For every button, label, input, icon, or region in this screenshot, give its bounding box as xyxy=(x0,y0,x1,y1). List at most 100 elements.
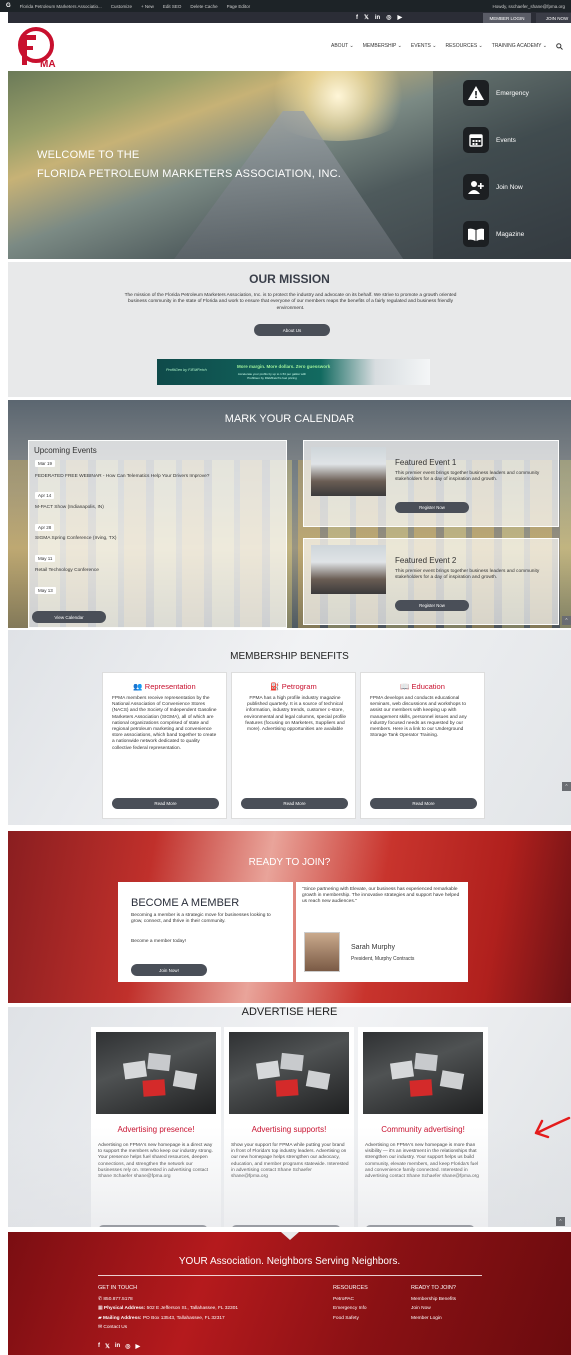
search-icon[interactable] xyxy=(556,43,563,52)
quick-link-events[interactable]: Events xyxy=(463,127,516,153)
advertise-card-button[interactable] xyxy=(365,1225,475,1227)
banner-subtext: Accelerate your profits by up to 1.5¢ pe… xyxy=(237,372,307,380)
scroll-up-icon[interactable]: ⌃ xyxy=(556,1217,565,1226)
advertise-card-title: Community advertising! xyxy=(381,1125,465,1134)
main-nav: ABOUT ⌄ MEMBERSHIP ⌄ EVENTS ⌄ RESOURCES … xyxy=(331,43,563,52)
view-calendar-button[interactable]: View Calendar xyxy=(32,611,106,623)
social-links-top: f 𝕏 in ◎ ▶ xyxy=(356,12,402,23)
mission-section: OUR MISSION The mission of the Florida P… xyxy=(8,262,571,397)
scroll-up-icon[interactable]: ⌃ xyxy=(562,782,571,791)
envelope-icon: ✉ xyxy=(98,1325,103,1330)
footer-heading: GET IN TOUCH xyxy=(98,1285,138,1291)
event-name[interactable]: Retail Technology Conference xyxy=(35,568,99,573)
register-now-button[interactable]: Register Now xyxy=(395,600,469,611)
footer-link[interactable]: Join Now xyxy=(411,1304,456,1314)
x-icon[interactable]: 𝕏 xyxy=(105,1343,110,1350)
footer-link[interactable]: Emergency Info xyxy=(333,1304,368,1314)
read-more-button[interactable]: Read More xyxy=(241,798,348,809)
benefit-text: FPMA has a high profile industry magazin… xyxy=(243,696,347,733)
advertise-card-button[interactable] xyxy=(231,1225,341,1227)
event-name[interactable]: FEDERATED FREE WEBINAR - How Can Telemat… xyxy=(35,474,209,479)
youtube-icon[interactable]: ▶ xyxy=(397,14,402,21)
warning-icon xyxy=(463,80,489,106)
profitgen-ad-banner[interactable]: ProfitGen by FIEMFetch More margin. More… xyxy=(157,359,430,385)
testimonial-card: "Since partnering with Elevate, our busi… xyxy=(296,882,468,982)
admin-new[interactable]: + New xyxy=(141,4,154,9)
linkedin-icon[interactable]: in xyxy=(375,15,380,21)
event-date: Apr 14 xyxy=(35,492,55,499)
fuel-pump-icon: ⛽ xyxy=(270,682,280,691)
advertise-card-button[interactable] xyxy=(98,1225,208,1227)
youtube-icon[interactable]: ▶ xyxy=(135,1343,140,1350)
benefit-text: FPMA develops and conducts educational s… xyxy=(370,696,467,739)
fpma-logo[interactable]: MA xyxy=(14,27,66,69)
instagram-icon[interactable]: ◎ xyxy=(125,1343,130,1350)
book-icon xyxy=(463,221,489,247)
admin-customize[interactable]: Customize xyxy=(111,4,132,9)
quick-link-magazine[interactable]: Magazine xyxy=(463,221,524,247)
featured-event-text: This premier event brings together busin… xyxy=(395,471,540,482)
admin-greeting[interactable]: Howdy, sschaefer_shane@fpma.org xyxy=(492,4,565,9)
facebook-icon[interactable]: f xyxy=(356,15,358,21)
people-icon: 👥 xyxy=(133,682,143,691)
site-menu-icon[interactable]: G xyxy=(6,3,11,9)
register-now-button[interactable]: Register Now xyxy=(395,502,469,513)
quick-link-join-now[interactable]: Join Now xyxy=(463,174,523,200)
ready-to-join-section: READY TO JOIN? BECOME A MEMBER Becoming … xyxy=(8,831,571,1003)
advertise-image xyxy=(229,1032,349,1114)
event-name[interactable]: M-PACT Show (Indianapolis, IN) xyxy=(35,505,104,510)
become-member-card: BECOME A MEMBER Becoming a member is a s… xyxy=(118,882,293,982)
benefits-title: MEMBERSHIP BENEFITS xyxy=(230,651,349,662)
upcoming-events-heading: Upcoming Events xyxy=(34,446,97,455)
become-member-text: Becoming a member is a strategic move fo… xyxy=(131,913,271,925)
advertise-card-text: Advertising on FPMA's new homepage is mo… xyxy=(365,1143,479,1180)
nav-membership[interactable]: MEMBERSHIP ⌄ xyxy=(363,43,402,52)
read-more-button[interactable]: Read More xyxy=(370,798,477,809)
hero-banner: WELCOME TO THE FLORIDA PETROLEUM MARKETE… xyxy=(8,71,571,259)
facebook-icon[interactable]: f xyxy=(98,1343,100,1350)
nav-resources[interactable]: RESOURCES ⌄ xyxy=(445,43,482,52)
site-header: MA ABOUT ⌄ MEMBERSHIP ⌄ EVENTS ⌄ RESOURC… xyxy=(8,23,571,71)
admin-bar: G Florida Petroleum Marketers Associatio… xyxy=(0,0,571,12)
join-now-button[interactable]: JOIN NOW xyxy=(536,13,571,23)
footer-phone[interactable]: ✆ 850.877.5178 xyxy=(98,1295,238,1305)
scroll-up-icon[interactable]: ⌃ xyxy=(562,616,571,625)
social-links-footer: f 𝕏 in ◎ ▶ xyxy=(98,1343,140,1350)
member-login-button[interactable]: MEMBER LOGIN xyxy=(483,13,531,23)
about-us-button[interactable]: About Us xyxy=(254,324,330,336)
advertise-card: Community advertising! Advertising on FP… xyxy=(358,1027,488,1227)
quick-links-panel: Emergency Events Join Now Magazine xyxy=(433,71,571,259)
nav-training-academy[interactable]: TRAINING ACADEMY ⌄ xyxy=(492,43,547,52)
add-user-icon xyxy=(463,174,489,200)
footer-link[interactable]: Food Safety xyxy=(333,1314,368,1324)
quick-link-emergency[interactable]: Emergency xyxy=(463,80,529,106)
logo-text: MA xyxy=(40,59,56,69)
benefit-card-petrogram: ⛽ Petrogram FPMA has a high profile indu… xyxy=(231,672,356,819)
read-more-button[interactable]: Read More xyxy=(112,798,219,809)
join-now-button[interactable]: Join Now! xyxy=(131,964,207,976)
nav-events[interactable]: EVENTS ⌄ xyxy=(411,43,437,52)
nav-about[interactable]: ABOUT ⌄ xyxy=(331,43,354,52)
mission-text: The mission of the Florida Petroleum Mar… xyxy=(124,293,457,311)
footer-link[interactable]: PetroPAC xyxy=(333,1295,368,1305)
utility-bar: f 𝕏 in ◎ ▶ MEMBER LOGIN JOIN NOW xyxy=(8,12,571,23)
x-icon[interactable]: 𝕏 xyxy=(364,14,369,21)
linkedin-icon[interactable]: in xyxy=(115,1343,120,1350)
benefit-heading: ⛽ Petrogram xyxy=(270,682,317,691)
footer-get-in-touch: GET IN TOUCH ✆ 850.877.5178 ▦ Physical A… xyxy=(98,1284,238,1333)
admin-delete-cache[interactable]: Delete Cache xyxy=(190,4,217,9)
instagram-icon[interactable]: ◎ xyxy=(386,14,391,21)
footer-contact-us[interactable]: ✉ Contact Us xyxy=(98,1323,238,1333)
admin-site-name[interactable]: Florida Petroleum Marketers Associatio..… xyxy=(20,4,102,9)
book-icon: 📖 xyxy=(400,682,410,691)
advertise-card-title: Advertising presence! xyxy=(117,1125,195,1134)
advertise-title: ADVERTISE HERE xyxy=(241,1007,338,1018)
footer-physical-address: ▦ Physical Address: 502 E Jefferson St.,… xyxy=(98,1306,239,1311)
featured-event-card: Featured Event 1 This premier event brin… xyxy=(303,440,559,527)
admin-page-editor[interactable]: Page Editor xyxy=(227,4,251,9)
admin-edit-seo[interactable]: Edit SEO xyxy=(163,4,182,9)
event-name[interactable]: SIGMA Spring Conference (Irving, TX) xyxy=(35,536,117,541)
footer-link[interactable]: Member Login xyxy=(411,1314,456,1324)
footer-link[interactable]: Membership Benefits xyxy=(411,1295,456,1305)
advertise-card-text: Advertising on FPMA's new homepage is a … xyxy=(98,1143,213,1180)
